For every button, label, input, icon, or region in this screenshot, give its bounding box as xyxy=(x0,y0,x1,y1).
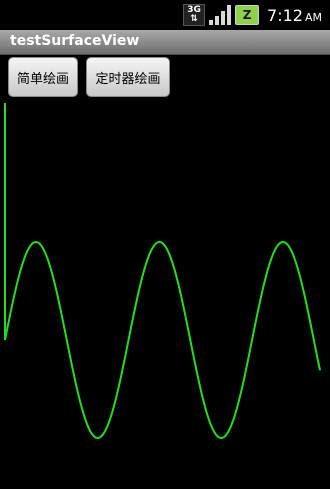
clock: 7:12 AM xyxy=(267,6,322,25)
timer-draw-button[interactable]: 定时器绘画 xyxy=(86,57,170,97)
status-icons: 3G ⇅ Z 7:12 AM xyxy=(183,4,322,26)
data-arrows-icon: ⇅ xyxy=(190,14,198,24)
status-bar: 3G ⇅ Z 7:12 AM xyxy=(0,0,330,30)
signal-strength-icon xyxy=(209,5,232,25)
battery-label: Z xyxy=(242,8,252,22)
clock-ampm: AM xyxy=(304,10,322,24)
network-3g-icon: 3G ⇅ xyxy=(183,4,206,26)
title-bar: testSurfaceView xyxy=(0,30,330,55)
clock-time: 7:12 xyxy=(267,5,303,25)
simple-draw-button[interactable]: 简单绘画 xyxy=(8,57,78,97)
app-title: testSurfaceView xyxy=(10,33,140,49)
battery-icon: Z xyxy=(235,5,260,25)
surface-view-canvas xyxy=(4,103,321,440)
sine-wave-line xyxy=(4,240,321,440)
